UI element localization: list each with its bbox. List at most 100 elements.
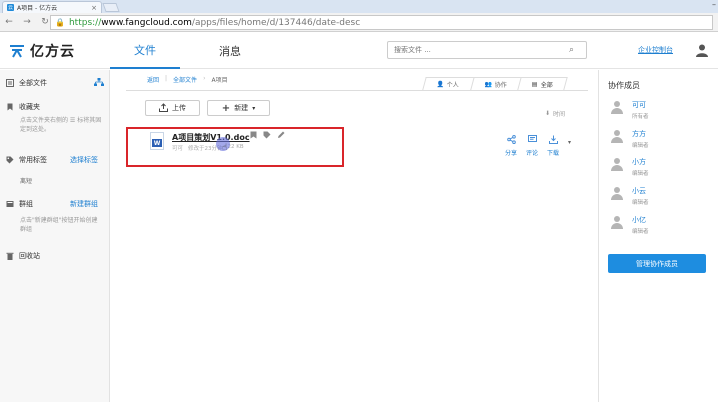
sidebar-item-label: 常用标签 [19,156,47,164]
comment-icon [527,135,537,146]
tab-all[interactable]: ▤ 全部 [517,77,568,90]
logo-text: 亿方云 [30,44,75,60]
url-bar[interactable]: 🔒 https://www.fangcloud.com/apps/files/h… [50,15,713,30]
lock-icon: 🔒 [55,18,65,27]
tag-icon[interactable] [263,131,271,141]
member-role: 编辑者 [632,171,649,177]
member-item[interactable]: 小亿 编辑者 [610,215,649,235]
nav-tab-files[interactable]: 文件 [110,33,180,69]
tag-item[interactable]: 离短 [20,176,32,185]
breadcrumb-all-files[interactable]: 全部文件 [173,75,197,84]
back-arrow-icon[interactable]: ← [4,17,14,27]
sidebar-item-label: 全部文件 [19,79,47,87]
sidebar-item-favorites[interactable]: 收藏夹 [6,102,40,112]
member-item[interactable]: 方方 编辑者 [610,129,649,149]
member-role: 编辑者 [632,229,649,235]
member-item[interactable]: 可可 所有者 [610,100,649,120]
member-item[interactable]: 小方 编辑者 [610,157,649,177]
sort-arrow-icon: ⬇ [545,110,551,117]
breadcrumb-current: A项目 [211,77,228,84]
member-name: 可可 [632,101,646,109]
search-input[interactable] [394,46,569,54]
tab-collab[interactable]: 👥 协作 [469,77,522,90]
forward-arrow-icon[interactable]: → [22,17,32,27]
sidebar-item-common-tags[interactable]: 常用标签 [6,155,47,165]
window-controls: – [712,0,716,9]
member-item[interactable]: 小云 编辑者 [610,186,649,206]
new-tab-button[interactable] [102,3,120,12]
member-role: 编辑者 [632,143,649,149]
tab-personal[interactable]: 👤 个人 [422,77,475,90]
upload-button[interactable]: 上传 [145,100,200,116]
sort-by-time[interactable]: ⬇ 时间 [545,109,565,118]
enterprise-console-link[interactable]: 企业控制台 [638,45,673,55]
sidebar-item-label: 回收站 [19,252,40,260]
nav-tab-messages[interactable]: 消息 [200,33,260,69]
avatar [610,215,624,229]
fangcloud-favicon-icon: 云 [7,4,14,11]
member-name: 小云 [632,187,646,195]
org-tree-icon[interactable] [94,78,104,88]
breadcrumb-back[interactable]: 返回 [147,75,159,84]
avatar [610,186,624,200]
search-box[interactable]: ⌕ [387,41,587,59]
group-icon [6,200,14,208]
more-actions-caret-icon[interactable]: ▾ [568,139,571,146]
sidebar-item-recycle-bin[interactable]: 回收站 [6,251,40,261]
browser-toolbar: ← → ↻ 🔒 https://www.fangcloud.com/apps/f… [0,13,718,32]
sidebar-item-all-files[interactable]: 全部文件 [6,78,47,88]
plus-icon: + [221,102,231,114]
document-icon: ▤ [531,80,538,88]
download-button[interactable]: 下载 [547,135,559,157]
fangcloud-logo-icon [8,43,26,59]
share-icon [506,135,516,146]
url-text: https://www.fangcloud.com/apps/files/hom… [68,17,361,28]
file-name[interactable]: A项目策划V1.0.doc [172,132,250,143]
file-owner: 可可 [172,146,184,152]
sidebar-item-label: 收藏夹 [19,103,40,111]
select-tags-link[interactable]: 选择标签 [70,155,98,165]
member-name: 小亿 [632,216,646,224]
file-meta: 可可 修改于23分钟 22 KB [172,144,244,152]
reload-icon[interactable]: ↻ [40,17,50,27]
minimize-icon[interactable]: – [712,0,716,9]
upload-icon [159,102,168,114]
search-icon[interactable]: ⌕ [569,45,574,55]
user-account-icon[interactable] [695,43,709,57]
person-icon: 👤 [436,80,445,88]
browser-tab[interactable]: 云 A项目 - 亿方云 × [2,1,102,13]
trash-icon [6,252,14,260]
collaborators-title: 协作成员 [608,81,640,90]
manage-collaborators-button[interactable]: 管理协作成员 [608,254,706,273]
breadcrumb: 返回 | 全部文件 › A项目 [147,75,228,84]
new-button[interactable]: + 新建 ▾ [207,100,270,116]
avatar [610,100,624,114]
tag-icon [6,156,14,164]
member-name: 小方 [632,158,646,166]
avatar [610,157,624,171]
tabs-divider [126,90,588,91]
hand-cursor-icon: ☝ [222,143,228,153]
browser-tabbar: 云 A项目 - 亿方云 × – [0,0,718,13]
new-group-link[interactable]: 新建群组 [70,199,98,209]
breadcrumb-separator: | [165,75,168,82]
close-tab-icon[interactable]: × [91,4,97,12]
view-filter-tabs: 👤 个人 👥 协作 ▤ 全部 [422,77,568,90]
file-actions: 分享 评论 下载 [505,135,559,157]
app-header: 亿方云 文件 消息 ⌕ 企业控制台 [0,33,718,69]
member-name: 方方 [632,130,646,138]
sidebar-item-label: 群组 [19,200,33,208]
favorite-icon[interactable] [250,131,257,141]
browser-tab-title: A项目 - 亿方云 [17,5,58,12]
favorites-hint: 点击文件夹右侧的 ☰ 标将其固定到这处。 [20,117,102,133]
edit-pencil-icon[interactable] [277,131,285,141]
word-document-icon[interactable]: W [150,132,164,150]
avatar [610,129,624,143]
share-button[interactable]: 分享 [505,135,517,157]
member-role: 编辑者 [632,200,649,206]
caret-down-icon: ▾ [252,104,256,112]
sidebar-item-groups[interactable]: 群组 [6,199,33,209]
comment-button[interactable]: 评论 [526,135,538,157]
app-logo[interactable]: 亿方云 [8,41,75,61]
breadcrumb-separator: › [203,75,206,82]
